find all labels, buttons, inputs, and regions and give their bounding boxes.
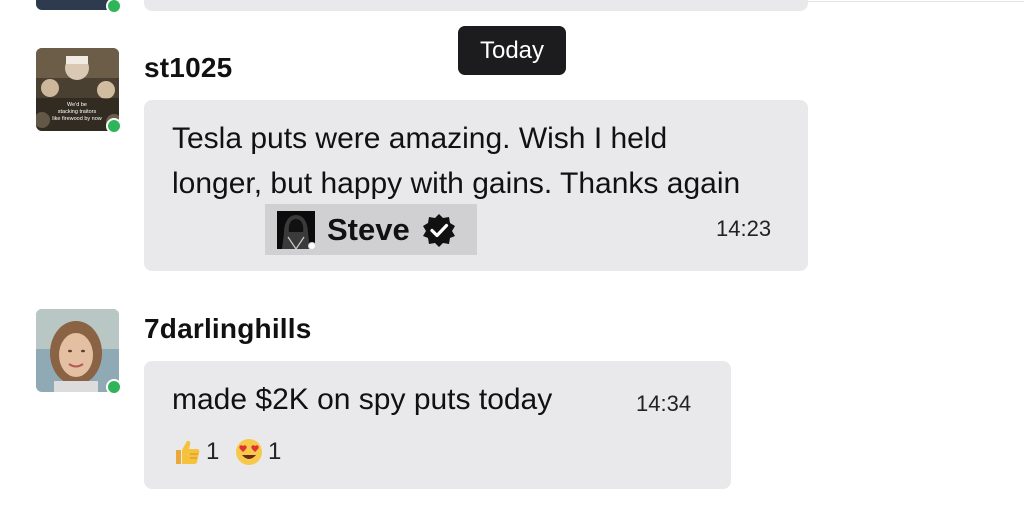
previous-message-bubble[interactable] bbox=[144, 0, 808, 11]
message-text-content: Tesla puts were amazing. Wish I held lon… bbox=[172, 122, 741, 200]
message-timestamp: 14:23 bbox=[716, 216, 772, 241]
mention-name: Steve bbox=[327, 211, 410, 247]
date-divider-label: Today bbox=[479, 36, 545, 64]
message-timestamp: 14:34 bbox=[636, 391, 692, 416]
heart-eyes-icon bbox=[236, 439, 262, 465]
presence-dot bbox=[308, 241, 316, 250]
reaction-count: 1 bbox=[206, 438, 220, 465]
message-author[interactable]: 7darlinghills bbox=[144, 313, 312, 345]
reaction-count: 1 bbox=[268, 438, 282, 465]
mention-avatar bbox=[277, 210, 316, 250]
avatar-image bbox=[36, 309, 119, 392]
verified-badge-icon bbox=[422, 213, 455, 247]
divider-line bbox=[808, 1, 1024, 2]
reaction-heart-eyes[interactable]: 1 bbox=[234, 437, 281, 467]
online-indicator bbox=[106, 118, 122, 134]
thumbs-up-icon bbox=[176, 440, 200, 464]
avatar-image: We'd be stacking traitors like firewood … bbox=[36, 48, 119, 131]
user-mention-chip[interactable]: Steve bbox=[265, 204, 477, 255]
online-indicator bbox=[106, 0, 122, 14]
message-text: Tesla puts were amazing. Wish I held lon… bbox=[172, 116, 762, 206]
avatar-7darlinghills[interactable] bbox=[36, 309, 122, 395]
svg-text:like firewood by now: like firewood by now bbox=[52, 116, 102, 122]
reaction-thumbs-up[interactable]: 1 bbox=[172, 437, 219, 467]
avatar-st1025[interactable]: We'd be stacking traitors like firewood … bbox=[36, 48, 122, 134]
message-bubble[interactable]: made $2K on spy puts today 14:34 1 1 bbox=[144, 361, 731, 489]
svg-text:stacking traitors: stacking traitors bbox=[58, 109, 97, 115]
date-divider: Today bbox=[458, 26, 566, 75]
online-indicator bbox=[106, 379, 122, 395]
svg-text:We'd be: We'd be bbox=[67, 102, 87, 108]
message-author[interactable]: st1025 bbox=[144, 52, 232, 84]
message-text: made $2K on spy puts today bbox=[172, 383, 553, 416]
